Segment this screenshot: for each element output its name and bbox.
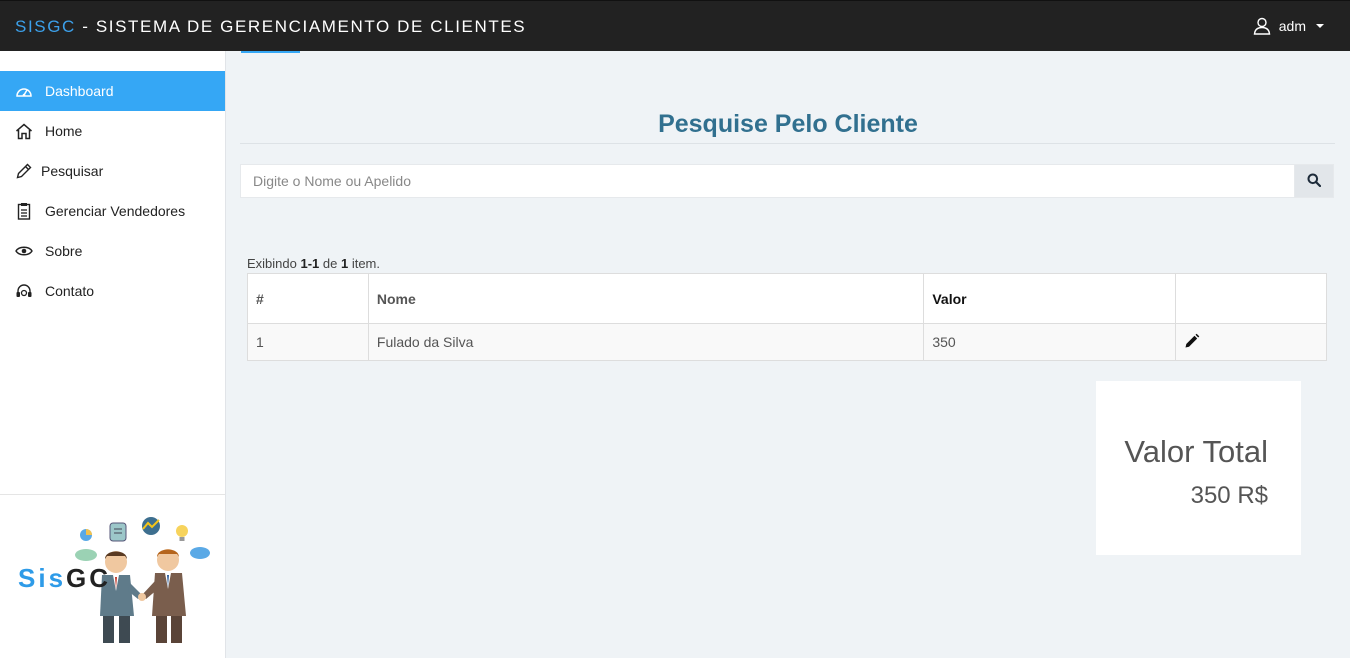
clients-table: # Nome Valor 1 Fulado da Silva 350 — [247, 273, 1327, 361]
search-bar — [240, 164, 1334, 198]
sidebar: Dashboard Home Pesquisar Gerenciar Vende… — [0, 51, 226, 658]
sidebar-item-label: Pesquisar — [41, 163, 104, 179]
column-header-nome[interactable]: Nome — [367, 273, 925, 324]
pencil-icon — [14, 161, 34, 181]
cell-actions — [1175, 323, 1327, 361]
sidebar-item-contato[interactable]: Contato — [0, 271, 225, 311]
sisgc-logo: SisGC — [10, 511, 215, 651]
sidebar-item-sobre[interactable]: Sobre — [0, 231, 225, 271]
sidebar-item-pesquisar[interactable]: Pesquisar — [0, 151, 225, 191]
sidebar-item-home[interactable]: Home — [0, 111, 225, 151]
column-header-num[interactable]: # — [247, 273, 369, 324]
sidebar-item-label: Contato — [45, 283, 95, 299]
table-row: 1 Fulado da Silva 350 — [247, 323, 1327, 361]
user-name[interactable]: adm — [1279, 18, 1306, 34]
search-icon — [1307, 173, 1322, 190]
user-icon — [1253, 17, 1271, 35]
total-card: Valor Total 350 R$ — [1096, 381, 1301, 555]
brand-rest[interactable]: - SISTEMA DE GERENCIAMENTO DE CLIENTES — [76, 17, 526, 36]
page-title: Pesquise Pelo Cliente — [658, 110, 918, 138]
sidebar-item-label: Gerenciar Vendedores — [45, 203, 186, 219]
main-content: Pesquise Pelo Cliente Exibindo 1-1 de 1 … — [226, 51, 1350, 658]
brand-title[interactable]: SISGC - SISTEMA DE GERENCIAMENTO DE CLIE… — [15, 17, 526, 37]
logo-text-part1: Sis — [18, 563, 67, 593]
user-menu[interactable]: adm — [1253, 17, 1324, 35]
headset-icon — [14, 281, 34, 301]
summary-prefix: Exibindo — [247, 256, 301, 271]
total-value: 350 R$ — [1190, 482, 1268, 509]
sidebar-item-label: Sobre — [45, 243, 83, 259]
column-header-actions — [1175, 273, 1327, 324]
sidebar-nav: Dashboard Home Pesquisar Gerenciar Vende… — [0, 71, 225, 311]
search-button[interactable] — [1294, 164, 1334, 198]
sidebar-item-label: Home — [45, 123, 83, 139]
search-input[interactable] — [240, 164, 1294, 198]
table-header-row: # Nome Valor — [247, 273, 1327, 324]
sidebar-item-dashboard[interactable]: Dashboard — [0, 71, 225, 111]
logo-text: SisGC — [18, 563, 111, 594]
clipboard-icon — [14, 201, 34, 221]
home-icon — [14, 121, 34, 141]
top-navbar: SISGC - SISTEMA DE GERENCIAMENTO DE CLIE… — [0, 0, 1350, 51]
summary-range: 1-1 — [300, 256, 320, 271]
sidebar-item-gerenciar-vendedores[interactable]: Gerenciar Vendedores — [0, 191, 225, 231]
total-label: Valor Total — [1124, 434, 1268, 469]
cell-num: 1 — [247, 323, 369, 361]
summary-suffix: item. — [348, 256, 380, 271]
sidebar-item-label: Dashboard — [45, 83, 114, 99]
cell-nome: Fulado da Silva — [367, 323, 925, 361]
edit-pencil-icon[interactable] — [1184, 333, 1200, 352]
cell-valor: 350 — [923, 323, 1177, 361]
chevron-down-icon[interactable] — [1316, 24, 1324, 28]
title-divider — [240, 143, 1335, 144]
active-tab-indicator — [241, 51, 300, 53]
brand-accent[interactable]: SISGC — [15, 17, 76, 36]
sidebar-divider — [0, 494, 225, 495]
column-header-valor[interactable]: Valor — [923, 273, 1177, 324]
eye-icon — [14, 241, 34, 261]
results-summary: Exibindo 1-1 de 1 item. — [247, 256, 380, 271]
summary-middle: de — [319, 256, 341, 271]
dashboard-icon — [14, 81, 34, 101]
logo-text-part2: GC — [66, 563, 112, 593]
